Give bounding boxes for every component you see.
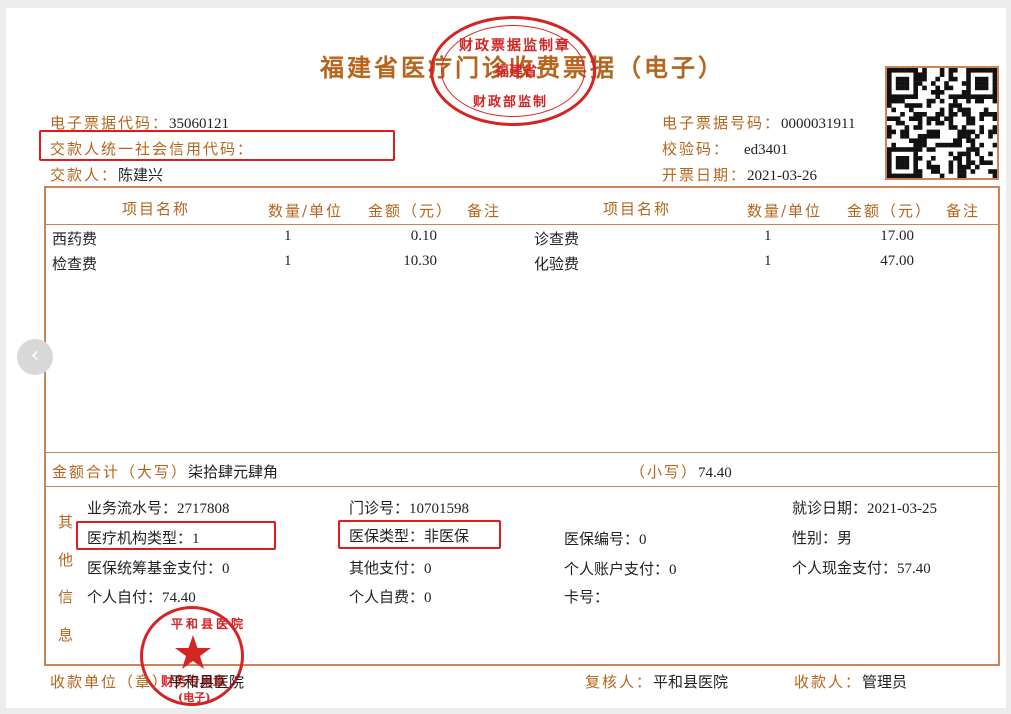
visit-date: 就诊日期：2021-03-25 bbox=[792, 499, 938, 517]
item-name: 化验费 bbox=[534, 257, 580, 273]
fund-payment: 医保统筹基金支付：0 bbox=[87, 559, 230, 577]
clinic-number: 门诊号：10701598 bbox=[349, 499, 470, 517]
serial-number: 业务流水号：2717808 bbox=[87, 499, 230, 517]
check-code: 校验码： ed3401 bbox=[662, 140, 789, 158]
item-qty: 1 bbox=[284, 253, 292, 269]
account-payment: 个人账户支付：0 bbox=[564, 560, 677, 578]
other-info-label: 其 bbox=[58, 513, 76, 531]
item-amount: 17.00 bbox=[880, 228, 914, 244]
col-header-note-2: 备注 bbox=[946, 202, 981, 220]
qr-code bbox=[885, 66, 999, 180]
item-qty: 1 bbox=[764, 253, 772, 269]
col-header-name-2: 项目名称 bbox=[603, 200, 672, 218]
item-name: 西药费 bbox=[52, 232, 98, 248]
other-info-label: 息 bbox=[58, 626, 76, 644]
col-header-qty-2: 数量/单位 bbox=[747, 202, 823, 220]
col-header-name-1: 项目名称 bbox=[122, 200, 191, 218]
self-payment: 个人自付：74.40 bbox=[87, 588, 196, 606]
highlight-institution-type bbox=[76, 521, 276, 550]
col-header-amount-2: 金额（元） bbox=[847, 202, 933, 220]
issue-date: 开票日期：2021-03-26 bbox=[662, 166, 818, 184]
cash-payment: 个人现金支付：57.40 bbox=[792, 559, 931, 577]
gender: 性别：男 bbox=[792, 529, 853, 547]
finance-supervision-seal: 财政票据监制章 福建省 财政部监制 bbox=[430, 16, 596, 126]
col-header-qty-1: 数量/单位 bbox=[268, 202, 344, 220]
previous-page-button[interactable]: ‹ bbox=[17, 339, 53, 375]
item-name: 检查费 bbox=[52, 257, 98, 273]
item-amount: 47.00 bbox=[880, 253, 914, 269]
reviewer: 复核人：平和县医院 bbox=[585, 673, 729, 691]
item-amount: 0.10 bbox=[410, 228, 437, 244]
invoice-number: 电子票据号码：0000031911 bbox=[662, 114, 856, 132]
self-cost: 个人自费：0 bbox=[349, 588, 432, 606]
card-number: 卡号： bbox=[564, 588, 610, 606]
item-qty: 1 bbox=[284, 228, 292, 244]
col-header-note-1: 备注 bbox=[467, 202, 502, 220]
total-uppercase: 金额合计（大写）柒拾肆元肆角 bbox=[52, 463, 279, 481]
other-payment: 其他支付：0 bbox=[349, 559, 432, 577]
payee-unit: 收款单位（章）平和县医院 bbox=[50, 673, 245, 691]
star-icon bbox=[175, 635, 211, 669]
highlight-insurance-type bbox=[338, 520, 501, 549]
item-qty: 1 bbox=[764, 228, 772, 244]
col-header-amount-1: 金额（元） bbox=[368, 202, 454, 220]
total-lowercase: （小写）74.40 bbox=[630, 463, 732, 481]
insurance-number: 医保编号：0 bbox=[564, 530, 647, 548]
payer: 交款人：陈建兴 bbox=[50, 166, 164, 184]
other-info-label: 信 bbox=[58, 588, 76, 606]
other-info-label: 他 bbox=[58, 551, 76, 569]
item-amount: 10.30 bbox=[403, 253, 437, 269]
cashier: 收款人：管理员 bbox=[794, 673, 908, 691]
highlight-credit-code bbox=[39, 130, 395, 161]
chevron-left-icon: ‹ bbox=[30, 343, 40, 368]
item-name: 诊查费 bbox=[534, 232, 580, 248]
